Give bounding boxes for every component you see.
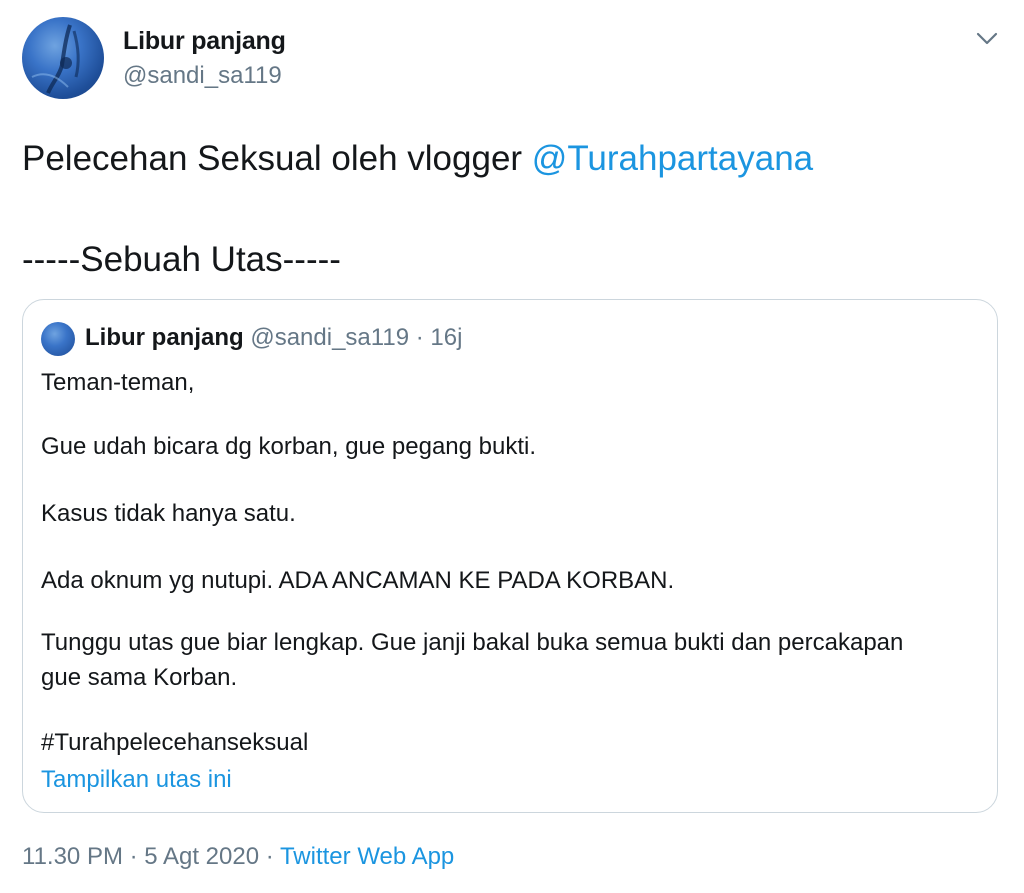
quoted-separator: ·	[409, 324, 431, 351]
quoted-avatar[interactable]	[41, 322, 75, 356]
quoted-header: Libur panjang @sandi_sa119 · 16j	[85, 324, 462, 352]
tweet-text-line2: -----Sebuah Utas-----	[22, 240, 341, 279]
hashtag-link[interactable]: #Turahpelecehanseksual	[41, 729, 308, 757]
show-thread-link[interactable]: Tampilkan utas ini	[41, 766, 232, 794]
tweet-text-prefix: Pelecehan Seksual oleh vlogger	[22, 139, 532, 178]
tweet: Libur panjang @sandi_sa119 Pelecehan Sek…	[0, 0, 1024, 893]
author-handle[interactable]: @sandi_sa119	[123, 62, 282, 90]
quoted-text-line: Kasus tidak hanya satu.	[41, 500, 296, 527]
tweet-time[interactable]: 11.30 PM	[22, 843, 123, 870]
footer-separator: ·	[122, 843, 145, 870]
quoted-text-line: gue sama Korban.	[41, 664, 238, 691]
chevron-down-icon[interactable]	[972, 26, 1002, 52]
quoted-timestamp[interactable]: 16j	[430, 324, 462, 351]
avatar-image	[31, 24, 80, 94]
quoted-author-name[interactable]: Libur panjang	[85, 324, 244, 351]
tweet-source-link[interactable]: Twitter Web App	[280, 843, 454, 870]
quoted-text-line: Teman-teman,	[41, 369, 195, 396]
mention-link[interactable]: @Turahpartayana	[532, 139, 813, 178]
quoted-text-line: Tunggu utas gue biar lengkap. Gue janji …	[41, 629, 904, 656]
quoted-text-line: Gue udah bicara dg korban, gue pegang bu…	[41, 433, 537, 460]
quoted-tweet[interactable]: Libur panjang @sandi_sa119 · 16j Teman-t…	[22, 299, 998, 813]
avatar[interactable]	[22, 17, 104, 99]
tweet-text: Pelecehan Seksual oleh vlogger @Turahpar…	[22, 139, 813, 179]
author-name[interactable]: Libur panjang	[123, 27, 286, 56]
tweet-date[interactable]: 5 Agt 2020	[144, 843, 259, 870]
quoted-text-line: Ada oknum yg nutupi. ADA ANCAMAN KE PADA…	[41, 567, 675, 594]
quoted-author-handle[interactable]: @sandi_sa119	[250, 324, 409, 351]
footer-separator: ·	[259, 843, 280, 870]
tweet-footer: 11.30 PM · 5 Agt 2020 · Twitter Web App	[22, 843, 454, 871]
